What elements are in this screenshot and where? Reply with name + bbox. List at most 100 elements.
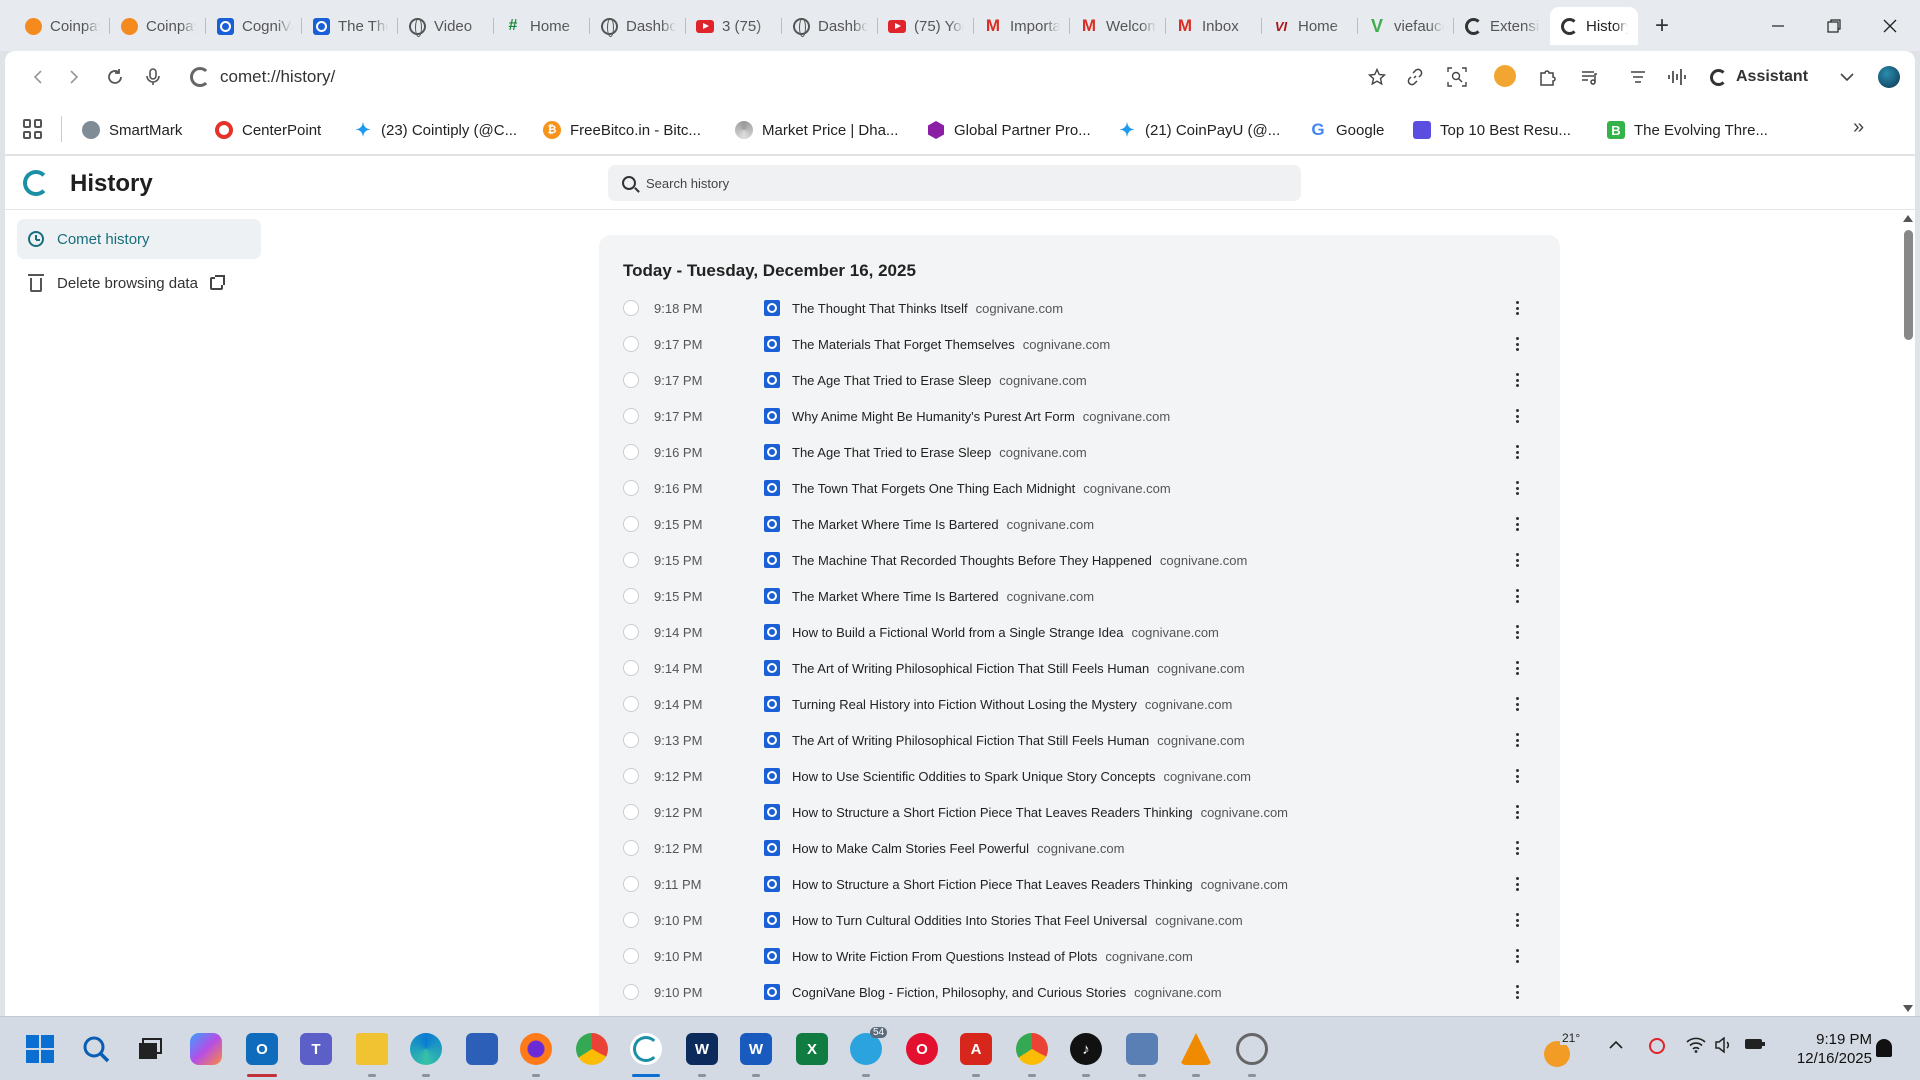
bookmark-item[interactable]: G Google <box>1309 119 1384 141</box>
weather-widget[interactable]: 21° <box>1540 1031 1583 1067</box>
tab-item[interactable]: Video <box>398 7 494 45</box>
history-entry[interactable]: 9:14 PM The Art of Writing Philosophical … <box>599 650 1560 686</box>
sidebar-item-comet-history[interactable]: Comet history <box>17 219 261 259</box>
entry-checkbox[interactable] <box>623 948 639 964</box>
entry-checkbox[interactable] <box>623 840 639 856</box>
notification-bell-icon[interactable] <box>1876 1039 1892 1057</box>
bookmark-item[interactable]: Global Partner Pro... <box>927 119 1091 141</box>
entry-checkbox[interactable] <box>623 372 639 388</box>
more-options-icon[interactable] <box>1516 301 1520 315</box>
entry-checkbox[interactable] <box>623 876 639 892</box>
start-button[interactable] <box>24 1033 56 1065</box>
chrome-profile-app[interactable] <box>1016 1033 1048 1065</box>
entry-title-link[interactable]: The Market Where Time Is Bartered <box>792 517 999 532</box>
more-options-icon[interactable] <box>1516 877 1520 891</box>
remote-desktop-app[interactable] <box>1126 1033 1158 1065</box>
more-options-icon[interactable] <box>1516 985 1520 999</box>
sidebar-menu-button[interactable] <box>1626 65 1650 89</box>
bookmarks-overflow-button[interactable]: » <box>1853 116 1864 139</box>
media-controls-button[interactable] <box>1577 65 1601 89</box>
new-tab-button[interactable]: + <box>1648 12 1676 40</box>
sidebar-item-delete-browsing-data[interactable]: Delete browsing data <box>17 263 261 303</box>
tab-item[interactable]: 3 (75) <box>686 7 782 45</box>
entry-checkbox[interactable] <box>623 768 639 784</box>
entry-checkbox[interactable] <box>623 732 639 748</box>
battery-status[interactable] <box>1744 1037 1766 1056</box>
entry-title-link[interactable]: The Materials That Forget Themselves <box>792 337 1015 352</box>
more-options-icon[interactable] <box>1516 913 1520 927</box>
tab-item[interactable]: Dashboard <box>782 7 878 45</box>
entry-title-link[interactable]: How to Structure a Short Fiction Piece T… <box>792 877 1193 892</box>
bookmark-item[interactable]: ✦ (23) Cointiply (@C... <box>354 119 517 141</box>
history-entry[interactable]: 9:10 PM How to Turn Cultural Oddities Int… <box>599 902 1560 938</box>
entry-checkbox[interactable] <box>623 696 639 712</box>
history-entry[interactable]: 9:11 PM How to Structure a Short Fiction … <box>599 866 1560 902</box>
tab-item[interactable]: Coinpayu <box>110 7 206 45</box>
history-entry[interactable]: 9:10 PM CogniVane Blog - Fiction, Philoso… <box>599 974 1560 1010</box>
entry-title-link[interactable]: CogniVane Blog - Fiction, Philosophy, an… <box>792 985 1126 1000</box>
close-window-button[interactable] <box>1862 0 1918 51</box>
entry-title-link[interactable]: The Age That Tried to Erase Sleep <box>792 445 991 460</box>
entry-checkbox[interactable] <box>623 804 639 820</box>
bookmark-item[interactable]: SmartMark <box>82 119 182 141</box>
entry-title-link[interactable]: How to Make Calm Stories Feel Powerful <box>792 841 1029 856</box>
restore-button[interactable] <box>1806 0 1862 51</box>
voice-search-button[interactable] <box>141 65 165 89</box>
page-scrollbar[interactable] <box>1901 211 1915 1016</box>
tab-item[interactable]: M Important <box>974 7 1070 45</box>
entry-checkbox[interactable] <box>623 300 639 316</box>
taskbar-search-button[interactable] <box>80 1033 112 1065</box>
history-entry[interactable]: 9:13 PM The Art of Writing Philosophical … <box>599 722 1560 758</box>
history-entry[interactable]: 9:10 PM How to Write Fiction From Questio… <box>599 938 1560 974</box>
excel-app[interactable]: X <box>796 1033 828 1065</box>
more-options-icon[interactable] <box>1516 409 1520 423</box>
entry-checkbox[interactable] <box>623 516 639 532</box>
entry-checkbox[interactable] <box>623 660 639 676</box>
tab-active[interactable]: History <box>1550 7 1638 45</box>
bookmark-item[interactable]: ✦ (21) CoinPayU (@... <box>1118 119 1280 141</box>
tab-item[interactable]: Dashboard <box>590 7 686 45</box>
bookmark-item[interactable]: B The Evolving Thre... <box>1607 119 1768 141</box>
firefox-app[interactable] <box>520 1033 552 1065</box>
more-options-icon[interactable] <box>1516 553 1520 567</box>
tab-item[interactable]: VI Home <box>1262 7 1358 45</box>
history-entry[interactable]: 9:15 PM The Market Where Time Is Bartered… <box>599 578 1560 614</box>
forward-button[interactable] <box>62 65 86 89</box>
bookmark-star-button[interactable] <box>1365 65 1389 89</box>
voice-mode-button[interactable] <box>1665 65 1689 89</box>
chrome-app[interactable] <box>576 1033 608 1065</box>
bookmark-item[interactable]: Top 10 Best Resu... <box>1413 119 1571 141</box>
entry-checkbox[interactable] <box>623 480 639 496</box>
teams-app[interactable]: T <box>300 1033 332 1065</box>
task-view-button[interactable] <box>134 1033 166 1065</box>
tiktok-app[interactable]: ♪ <box>1070 1033 1102 1065</box>
tab-item[interactable]: # Home <box>494 7 590 45</box>
apps-grid-icon[interactable] <box>23 119 43 139</box>
more-options-icon[interactable] <box>1516 697 1520 711</box>
history-entry[interactable]: 9:16 PM The Age That Tried to Erase Sleep… <box>599 434 1560 470</box>
entry-checkbox[interactable] <box>623 444 639 460</box>
minimize-button[interactable] <box>1750 0 1806 51</box>
entry-title-link[interactable]: How to Structure a Short Fiction Piece T… <box>792 805 1193 820</box>
entry-title-link[interactable]: The Thought That Thinks Itself <box>792 301 968 316</box>
tab-item[interactable]: Vviefaucet <box>1358 7 1454 45</box>
history-entry[interactable]: 9:18 PM The Thought That Thinks Itself cog… <box>599 290 1560 326</box>
more-options-icon[interactable] <box>1516 481 1520 495</box>
more-options-icon[interactable] <box>1516 373 1520 387</box>
entry-title-link[interactable]: The Machine That Recorded Thoughts Befor… <box>792 553 1152 568</box>
entry-title-link[interactable]: The Art of Writing Philosophical Fiction… <box>792 661 1149 676</box>
entry-title-link[interactable]: How to Write Fiction From Questions Inst… <box>792 949 1097 964</box>
entry-title-link[interactable]: How to Use Scientific Oddities to Spark … <box>792 769 1155 784</box>
more-options-icon[interactable] <box>1516 949 1520 963</box>
profile-avatar[interactable] <box>1878 66 1900 88</box>
wallet-app[interactable]: W <box>686 1033 718 1065</box>
entry-title-link[interactable]: The Market Where Time Is Bartered <box>792 589 999 604</box>
assistant-button[interactable]: Assistant <box>1710 65 1808 89</box>
entry-title-link[interactable]: Why Anime Might Be Humanity's Purest Art… <box>792 409 1075 424</box>
extension-avatar-icon[interactable] <box>1494 65 1516 87</box>
show-hidden-icons-button[interactable] <box>1608 1037 1624 1058</box>
bookmark-item[interactable]: Market Price | Dha... <box>735 119 898 141</box>
system-clock[interactable]: 9:19 PM 12/16/2025 <box>1782 1030 1872 1068</box>
history-entry[interactable]: 9:12 PM How to Structure a Short Fiction … <box>599 794 1560 830</box>
bookmark-item[interactable]: CenterPoint <box>215 119 321 141</box>
